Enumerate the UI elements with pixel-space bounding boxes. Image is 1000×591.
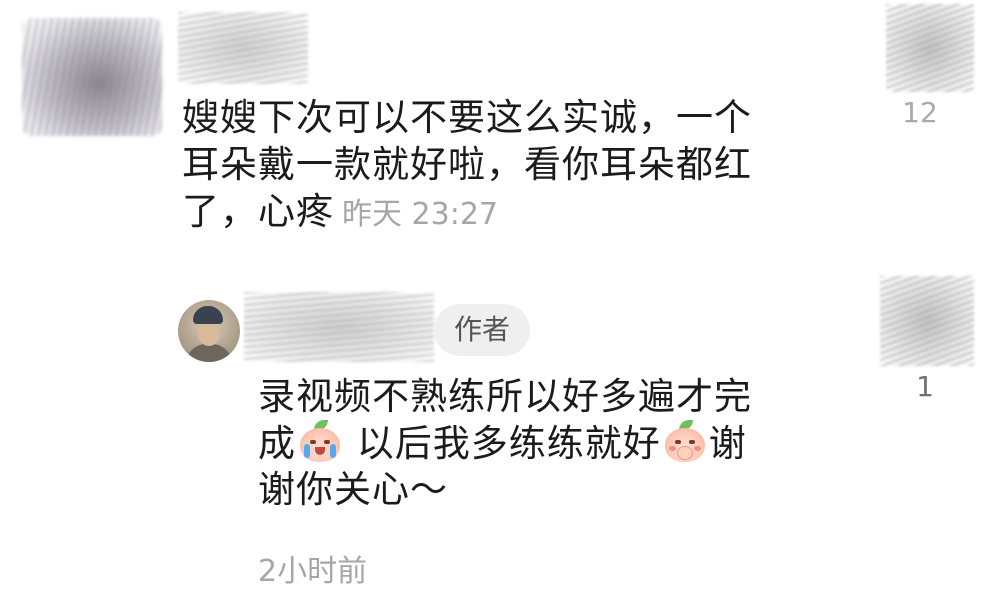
comment-line-last: 了，心疼 昨天 23:27: [182, 188, 842, 238]
crying-peach-emoji-icon: [298, 420, 342, 462]
comment-thread: 12 嫂嫂下次可以不要这么实诚，一个 耳朵戴一款就好啦，看你耳朵都红 了，心疼昨…: [0, 0, 1000, 591]
avatar-cap-shape: [193, 306, 223, 324]
reply-line: 录视频不熟练所以好多遍才完: [258, 375, 752, 418]
reply-text-segment: 谢: [708, 422, 747, 465]
author-badge: 作者: [434, 304, 530, 356]
reply-text-segment: 以后我多练练就好: [356, 422, 661, 465]
like-icon[interactable]: [886, 4, 974, 92]
commenter-avatar[interactable]: [22, 18, 162, 136]
comment-body[interactable]: 嫂嫂下次可以不要这么实诚，一个 耳朵戴一款就好啦，看你耳朵都红 了，心疼 昨天 2…: [182, 94, 842, 238]
shy-peach-emoji-icon: [663, 420, 707, 462]
reply-body[interactable]: 录视频不熟练所以好多遍才完 成 以后我多练练就好 谢 谢你关心～: [258, 374, 838, 513]
comment-line: 嫂嫂下次可以不要这么实诚，一个: [182, 96, 752, 139]
reply-text-segment: 成: [258, 422, 296, 465]
reply-line: 谢你关心～: [258, 468, 448, 511]
like-count: 1: [916, 370, 934, 403]
reply-line: 成 以后我多练练就好 谢: [258, 420, 838, 467]
avatar-body-shape: [186, 344, 232, 362]
author-name[interactable]: [244, 292, 434, 362]
comment-line-text: 了，心疼: [182, 190, 334, 233]
comment-timestamp: 昨天 23:27: [342, 197, 498, 232]
comment-line: 耳朵戴一款就好啦，看你耳朵都红: [182, 143, 752, 186]
like-count: 12: [902, 96, 938, 129]
reply-timestamp: 2小时前: [258, 554, 368, 589]
like-icon[interactable]: [880, 276, 974, 366]
commenter-name[interactable]: [178, 12, 308, 84]
author-avatar[interactable]: [178, 300, 240, 362]
avatar-face-shape: [198, 322, 220, 346]
